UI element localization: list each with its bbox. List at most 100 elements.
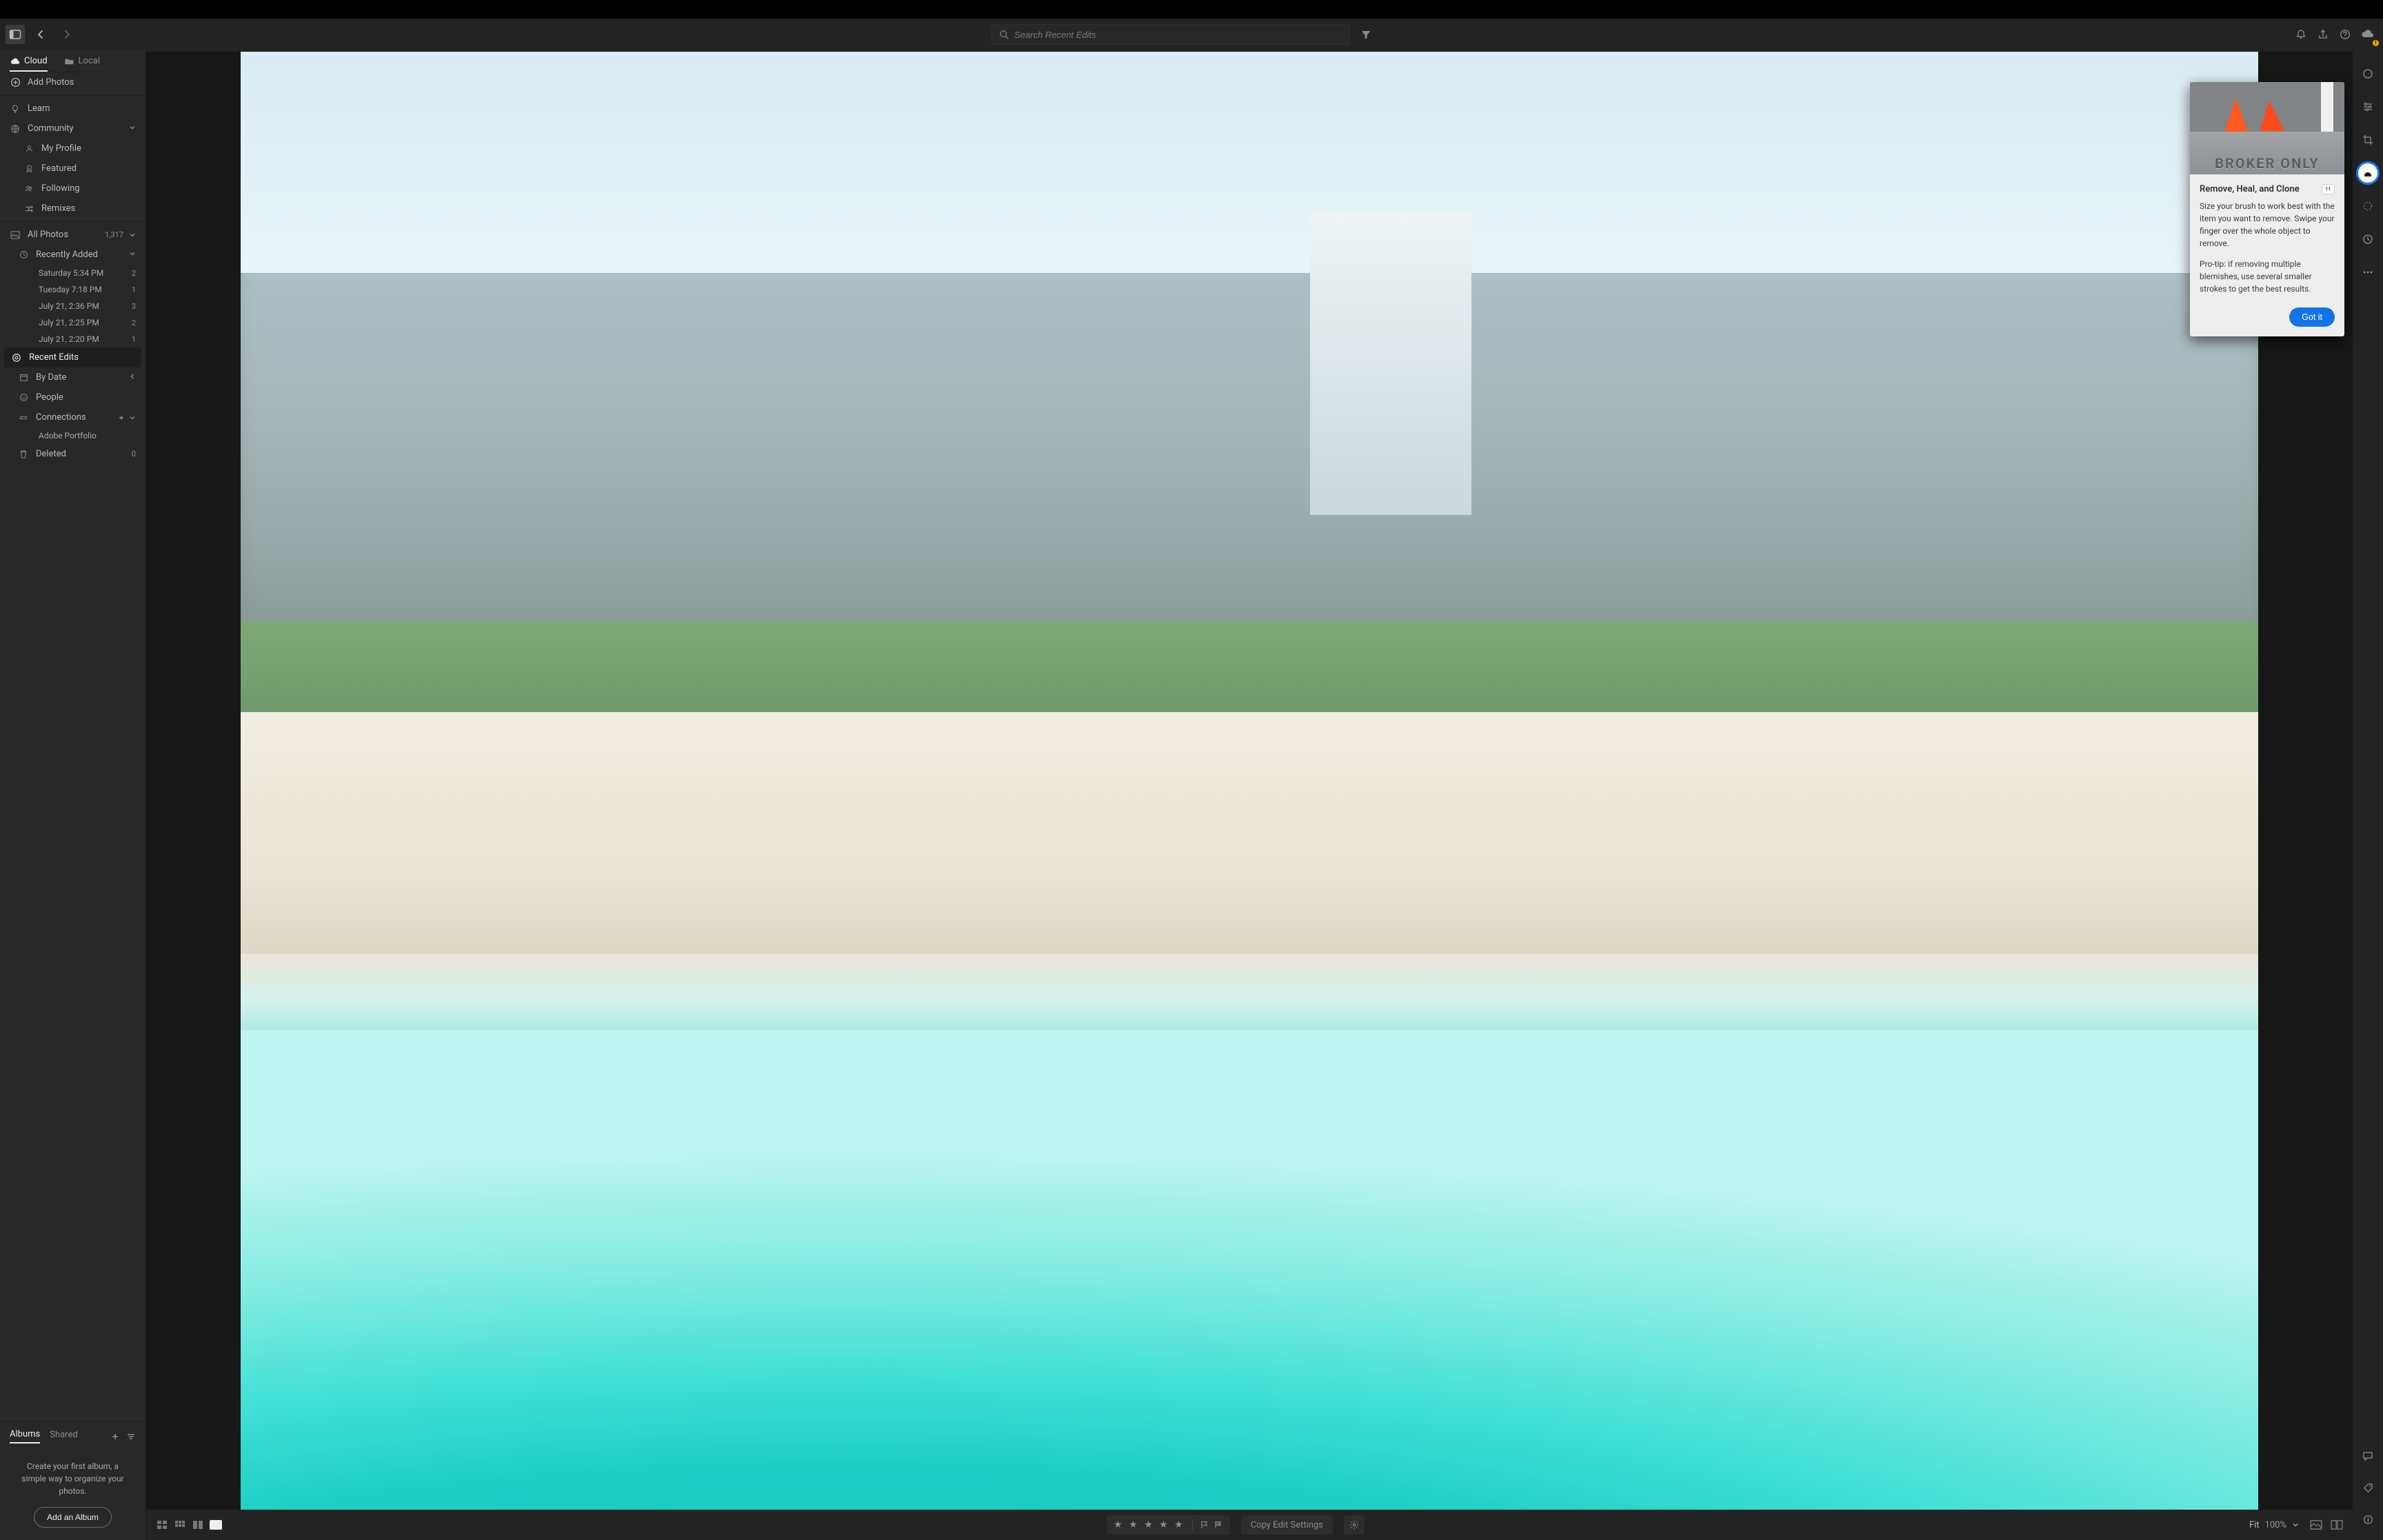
community-label: Community	[28, 123, 74, 134]
macos-letterbox-top	[0, 0, 2383, 19]
tab-cloud-label: Cloud	[24, 56, 48, 66]
cloud-sync-button[interactable]: !	[2357, 24, 2377, 45]
sidebar-item-by-date[interactable]: By Date	[0, 367, 145, 387]
albums-panel: Albums Shared Create your first album, a…	[0, 1421, 145, 1540]
cloud-icon	[2360, 29, 2374, 40]
sidebar-item-community[interactable]: Community	[0, 119, 145, 139]
recent-added-entry[interactable]: Saturday 5:34 PM2	[0, 265, 145, 281]
keywords-button[interactable]	[2358, 1478, 2377, 1497]
flag-icon[interactable]	[1200, 1521, 1209, 1529]
remixes-label: Remixes	[41, 203, 75, 214]
masking-button[interactable]	[2358, 196, 2377, 216]
recent-edits-label: Recent Edits	[29, 352, 79, 363]
shared-tab[interactable]: Shared	[50, 1430, 77, 1443]
top-toolbar: !	[0, 19, 2383, 50]
tab-cloud[interactable]: Cloud	[10, 56, 48, 72]
plus-circle-icon	[10, 77, 21, 88]
sidebar-item-my-profile[interactable]: My Profile	[0, 139, 145, 159]
sidebar-item-all-photos[interactable]: All Photos 1,317	[0, 225, 145, 245]
add-album-button[interactable]: Add an Album	[34, 1507, 112, 1528]
share-button[interactable]	[2313, 24, 2333, 45]
sidebar-item-recently-added[interactable]: Recently Added	[0, 245, 145, 265]
albums-empty-text: Create your first album, a simple way to…	[10, 1460, 136, 1497]
got-it-button[interactable]: Got it	[2289, 307, 2335, 327]
sidebar-item-learn[interactable]: Learn	[0, 99, 145, 119]
view-detail-button[interactable]	[210, 1520, 222, 1530]
sidebar-item-following[interactable]: Following	[0, 179, 145, 199]
lightbulb-icon	[10, 104, 21, 114]
all-photos-label: All Photos	[28, 230, 68, 240]
info-button[interactable]	[2358, 1510, 2377, 1529]
chevron-left-icon	[129, 372, 136, 383]
plus-icon[interactable]	[118, 414, 125, 421]
zoom-control[interactable]: Fit 100%	[2249, 1520, 2299, 1530]
current-photo[interactable]	[241, 52, 2258, 1510]
globe-icon	[10, 124, 21, 134]
recent-added-entry[interactable]: Tuesday 7:18 PM1	[0, 281, 145, 298]
clock-icon	[18, 250, 29, 259]
sidebar-item-featured[interactable]: Featured	[0, 159, 145, 179]
face-icon	[18, 393, 29, 402]
recent-added-entry[interactable]: July 21, 2:25 PM2	[0, 314, 145, 331]
more-button[interactable]	[2358, 263, 2377, 282]
by-date-label: By Date	[36, 372, 66, 383]
comments-button[interactable]	[2358, 1446, 2377, 1466]
sidebar-item-recent-edits[interactable]: Recent Edits	[4, 347, 141, 367]
person-icon	[23, 144, 34, 153]
crop-button[interactable]	[2358, 130, 2377, 150]
versions-button[interactable]	[2358, 230, 2377, 249]
settings-gear-button[interactable]	[1344, 1515, 1365, 1534]
following-label: Following	[41, 183, 80, 194]
chevron-down-icon	[129, 414, 136, 421]
tab-local[interactable]: Local	[64, 56, 100, 72]
coach-mark-paragraph-1: Size your brush to work best with the it…	[2200, 200, 2335, 250]
coach-mark-hero: BROKER ONLY	[2190, 82, 2344, 174]
notifications-button[interactable]	[2291, 24, 2311, 45]
sidebar-item-people[interactable]: People	[0, 387, 145, 407]
sidebar-item-remixes[interactable]: Remixes	[0, 199, 145, 219]
edit-sliders-button[interactable]	[2358, 97, 2377, 116]
connections-icon	[18, 414, 29, 422]
trash-icon	[18, 449, 29, 459]
view-grid-small-button[interactable]	[174, 1520, 186, 1530]
search-field[interactable]	[992, 24, 1350, 45]
left-sidebar: Cloud Local Add Photos Learn	[0, 50, 146, 1540]
search-icon	[999, 30, 1009, 39]
recent-added-entry[interactable]: July 21, 2:20 PM1	[0, 331, 145, 347]
recently-added-label: Recently Added	[36, 250, 98, 260]
sidebar-item-deleted[interactable]: Deleted 0	[0, 444, 145, 464]
show-original-button[interactable]	[2310, 1520, 2322, 1530]
recent-added-entry[interactable]: July 21, 2:36 PM3	[0, 298, 145, 314]
albums-tab[interactable]: Albums	[10, 1429, 40, 1443]
copy-edit-settings-button[interactable]: Copy Edit Settings	[1241, 1515, 1333, 1534]
filter-button[interactable]	[1356, 24, 1376, 45]
rating-pill[interactable]: ★ ★ ★ ★ ★	[1107, 1515, 1230, 1534]
connection-adobe-portfolio[interactable]: Adobe Portfolio	[0, 427, 145, 444]
learn-label: Learn	[28, 103, 50, 114]
help-button[interactable]	[2335, 24, 2355, 45]
ribbon-icon	[23, 164, 34, 173]
add-photos-button[interactable]: Add Photos	[0, 72, 145, 92]
presets-button[interactable]	[2358, 64, 2377, 83]
view-compare-button[interactable]	[192, 1520, 204, 1530]
people-icon	[23, 184, 34, 193]
keyboard-shortcut: H	[2322, 184, 2335, 194]
chevron-down-icon	[129, 232, 136, 239]
search-input[interactable]	[1014, 30, 1343, 40]
photos-icon	[10, 231, 21, 239]
add-album-icon[interactable]	[111, 1432, 119, 1441]
star-rating[interactable]: ★ ★ ★ ★ ★	[1114, 1519, 1185, 1530]
reject-flag-icon[interactable]	[1214, 1521, 1223, 1529]
sort-icon[interactable]	[126, 1432, 136, 1441]
featured-label: Featured	[41, 163, 77, 174]
panels-toggle-button[interactable]	[6, 25, 25, 44]
view-grid-button[interactable]	[156, 1520, 168, 1530]
healing-button[interactable]	[2358, 163, 2377, 183]
tab-local-label: Local	[79, 56, 100, 66]
nav-forward-button[interactable]	[57, 24, 77, 45]
people-label: People	[36, 392, 63, 403]
nav-back-button[interactable]	[30, 24, 51, 45]
before-after-button[interactable]	[2331, 1520, 2343, 1530]
hero-overlay-text: BROKER ONLY	[2215, 155, 2320, 174]
sidebar-item-connections[interactable]: Connections	[0, 407, 145, 427]
